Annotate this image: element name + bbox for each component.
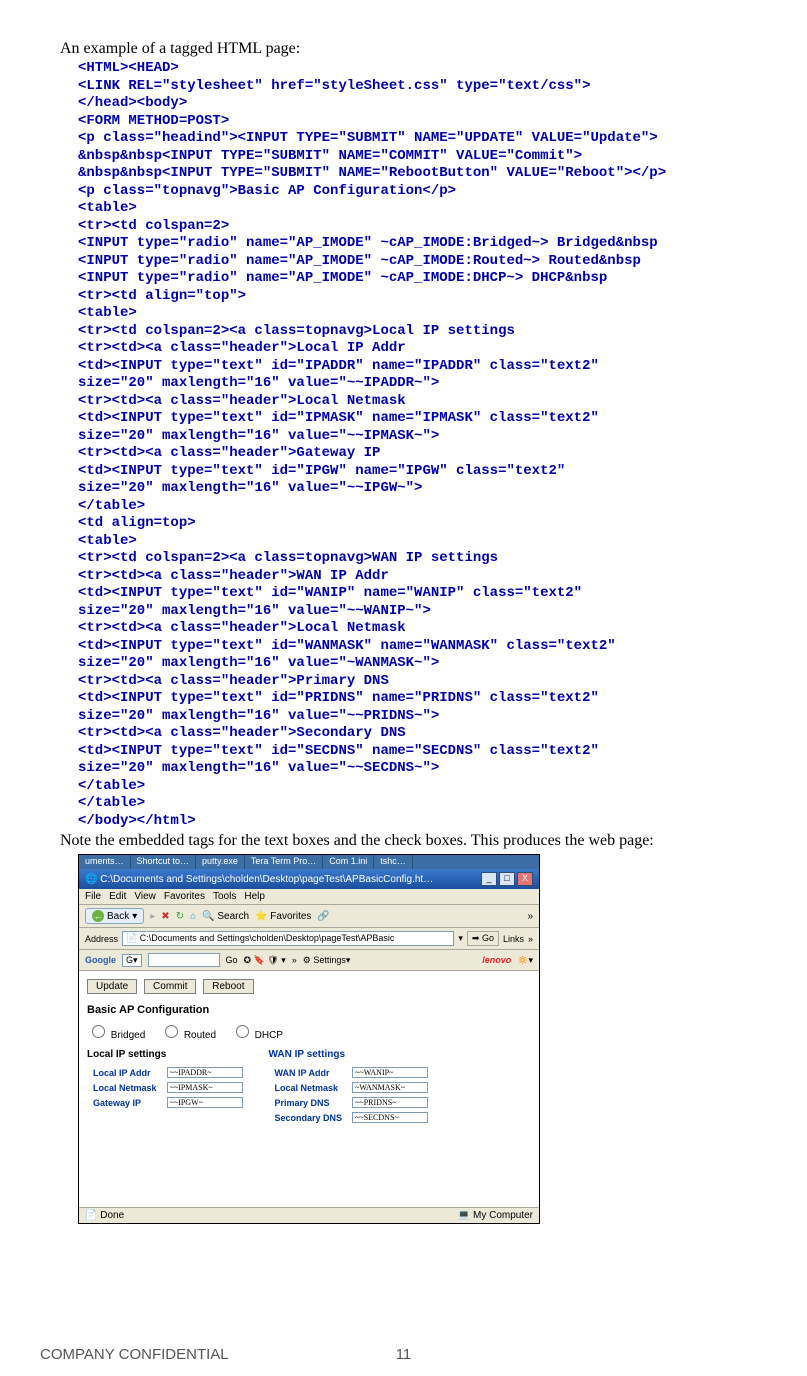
taskbar-item: tshc… [374,855,413,869]
local-label-1: Local Netmask [89,1081,161,1094]
google-label: Google [85,955,116,965]
wan-label-0: WAN IP Addr [271,1066,347,1079]
ie-icon: 🌐 [85,874,97,885]
settings-button[interactable]: ⚙ Settings▾ [303,955,351,966]
mode-radio-group: Bridged Routed DHCP [87,1022,531,1041]
footer-page-number: 11 [0,1346,807,1363]
favorites-button[interactable]: ⭐ Favorites [255,911,311,922]
google-menu-icon[interactable]: G▾ [122,954,142,967]
taskbar-item: Tera Term Pro… [245,855,323,869]
config-row: Local Netmask [89,1081,247,1094]
google-toolbar: Google G▾ Go ✪ 🔖 🛡 ▾ » ⚙ Settings▾ lenov… [79,950,539,971]
menu-item[interactable]: View [134,891,156,902]
config-row: Primary DNS [271,1096,433,1109]
reboot-button[interactable]: Reboot [203,979,253,994]
wan-label-3: Secondary DNS [271,1111,347,1124]
browser-toolbar: ← Back ▾ ▸ ✖ ↻ ⌂ 🔍 Search ⭐ Favorites 🔗 … [79,905,539,928]
google-go-button[interactable]: Go [226,955,238,965]
rendered-screenshot: uments…Shortcut to…putty.exeTera Term Pr… [78,854,540,1224]
google-chevron-icon: » [292,955,297,965]
dropdown-icon: ▾ [132,911,137,922]
wan-ip-title: WAN IP settings [269,1049,435,1060]
toolbar-chevron-icon: » [527,911,533,922]
status-bar: 📄 Done 💻 My Computer [79,1207,539,1223]
menu-item[interactable]: Help [244,891,265,902]
links-chevron-icon: » [528,934,533,944]
google-search-input[interactable] [148,953,220,967]
minimize-button[interactable]: _ [481,872,497,886]
address-bar: Address 📄 C:\Documents and Settings\chol… [79,928,539,950]
links-label: Links [503,934,524,944]
toolbar-end-icon: 🔅▾ [517,955,533,966]
local-label-2: Gateway IP [89,1096,161,1109]
menu-item[interactable]: Edit [109,891,126,902]
code-block: <HTML><HEAD> <LINK REL="stylesheet" href… [78,60,747,830]
config-row: Secondary DNS [271,1111,433,1124]
wan-input-2[interactable] [352,1097,428,1108]
back-button[interactable]: ← Back ▾ [85,908,144,924]
taskbar-item: Shortcut to… [131,855,197,869]
back-icon: ← [92,910,104,922]
maximize-button[interactable]: □ [499,872,515,886]
radio-bridged[interactable]: Bridged [87,1030,145,1041]
note-text: Note the embedded tags for the text boxe… [60,832,747,850]
commit-button[interactable]: Commit [144,979,196,994]
forward-button[interactable]: ▸ [150,911,155,922]
address-input[interactable]: 📄 C:\Documents and Settings\cholden\Desk… [122,931,454,946]
google-icons: ✪ 🔖 🛡 ▾ [244,955,286,966]
taskbar-fragment: uments…Shortcut to…putty.exeTera Term Pr… [79,855,539,869]
status-done: 📄 Done [85,1210,124,1221]
home-button[interactable]: ⌂ [190,911,196,922]
wan-ip-section: WAN IP settings WAN IP Addr Local Netmask… [269,1049,435,1126]
computer-icon: 💻 [458,1210,470,1221]
radio-routed[interactable]: Routed [160,1030,216,1041]
taskbar-item: Com 1.ini [323,855,374,869]
wan-input-1[interactable] [352,1082,428,1093]
address-dropdown-icon[interactable]: ▾ [458,933,463,944]
wan-input-3[interactable] [352,1112,428,1123]
taskbar-item: uments… [79,855,131,869]
config-row: WAN IP Addr [271,1066,433,1079]
status-zone: 💻 My Computer [458,1210,533,1221]
menu-item[interactable]: File [85,891,101,902]
page-icon: 📄 [126,933,137,943]
go-button[interactable]: ➡ Go [467,931,499,946]
local-label-0: Local IP Addr [89,1066,161,1079]
update-button[interactable]: Update [87,979,137,994]
menu-item[interactable]: Favorites [164,891,205,902]
wan-label-2: Primary DNS [271,1096,347,1109]
media-button[interactable]: 🔗 [317,911,329,922]
local-input-1[interactable] [167,1082,243,1093]
search-button[interactable]: 🔍 Search [202,911,249,922]
local-input-0[interactable] [167,1067,243,1078]
radio-dhcp[interactable]: DHCP [231,1030,283,1041]
lenovo-logo: lenovo [482,955,511,965]
wan-label-1: Local Netmask [271,1081,347,1094]
page-content: Update Commit Reboot Basic AP Configurat… [79,971,539,1207]
config-row: Local IP Addr [89,1066,247,1079]
intro-text: An example of a tagged HTML page: [60,40,747,58]
taskbar-item: putty.exe [196,855,245,869]
menubar: File Edit View Favorites Tools Help [79,889,539,905]
page-heading: Basic AP Configuration [87,1004,531,1016]
stop-button[interactable]: ✖ [161,911,169,922]
local-input-2[interactable] [167,1097,243,1108]
config-row: Gateway IP [89,1096,247,1109]
close-button[interactable]: X [517,872,533,886]
menu-item[interactable]: Tools [213,891,236,902]
address-label: Address [85,934,118,944]
window-title: 🌐 C:\Documents and Settings\cholden\Desk… [85,874,433,885]
local-ip-section: Local IP settings Local IP Addr Local Net… [87,1049,249,1126]
refresh-button[interactable]: ↻ [176,911,184,922]
wan-input-0[interactable] [352,1067,428,1078]
local-ip-title: Local IP settings [87,1049,249,1060]
config-row: Local Netmask [271,1081,433,1094]
done-icon: 📄 [85,1210,97,1221]
window-titlebar: 🌐 C:\Documents and Settings\cholden\Desk… [79,869,539,889]
